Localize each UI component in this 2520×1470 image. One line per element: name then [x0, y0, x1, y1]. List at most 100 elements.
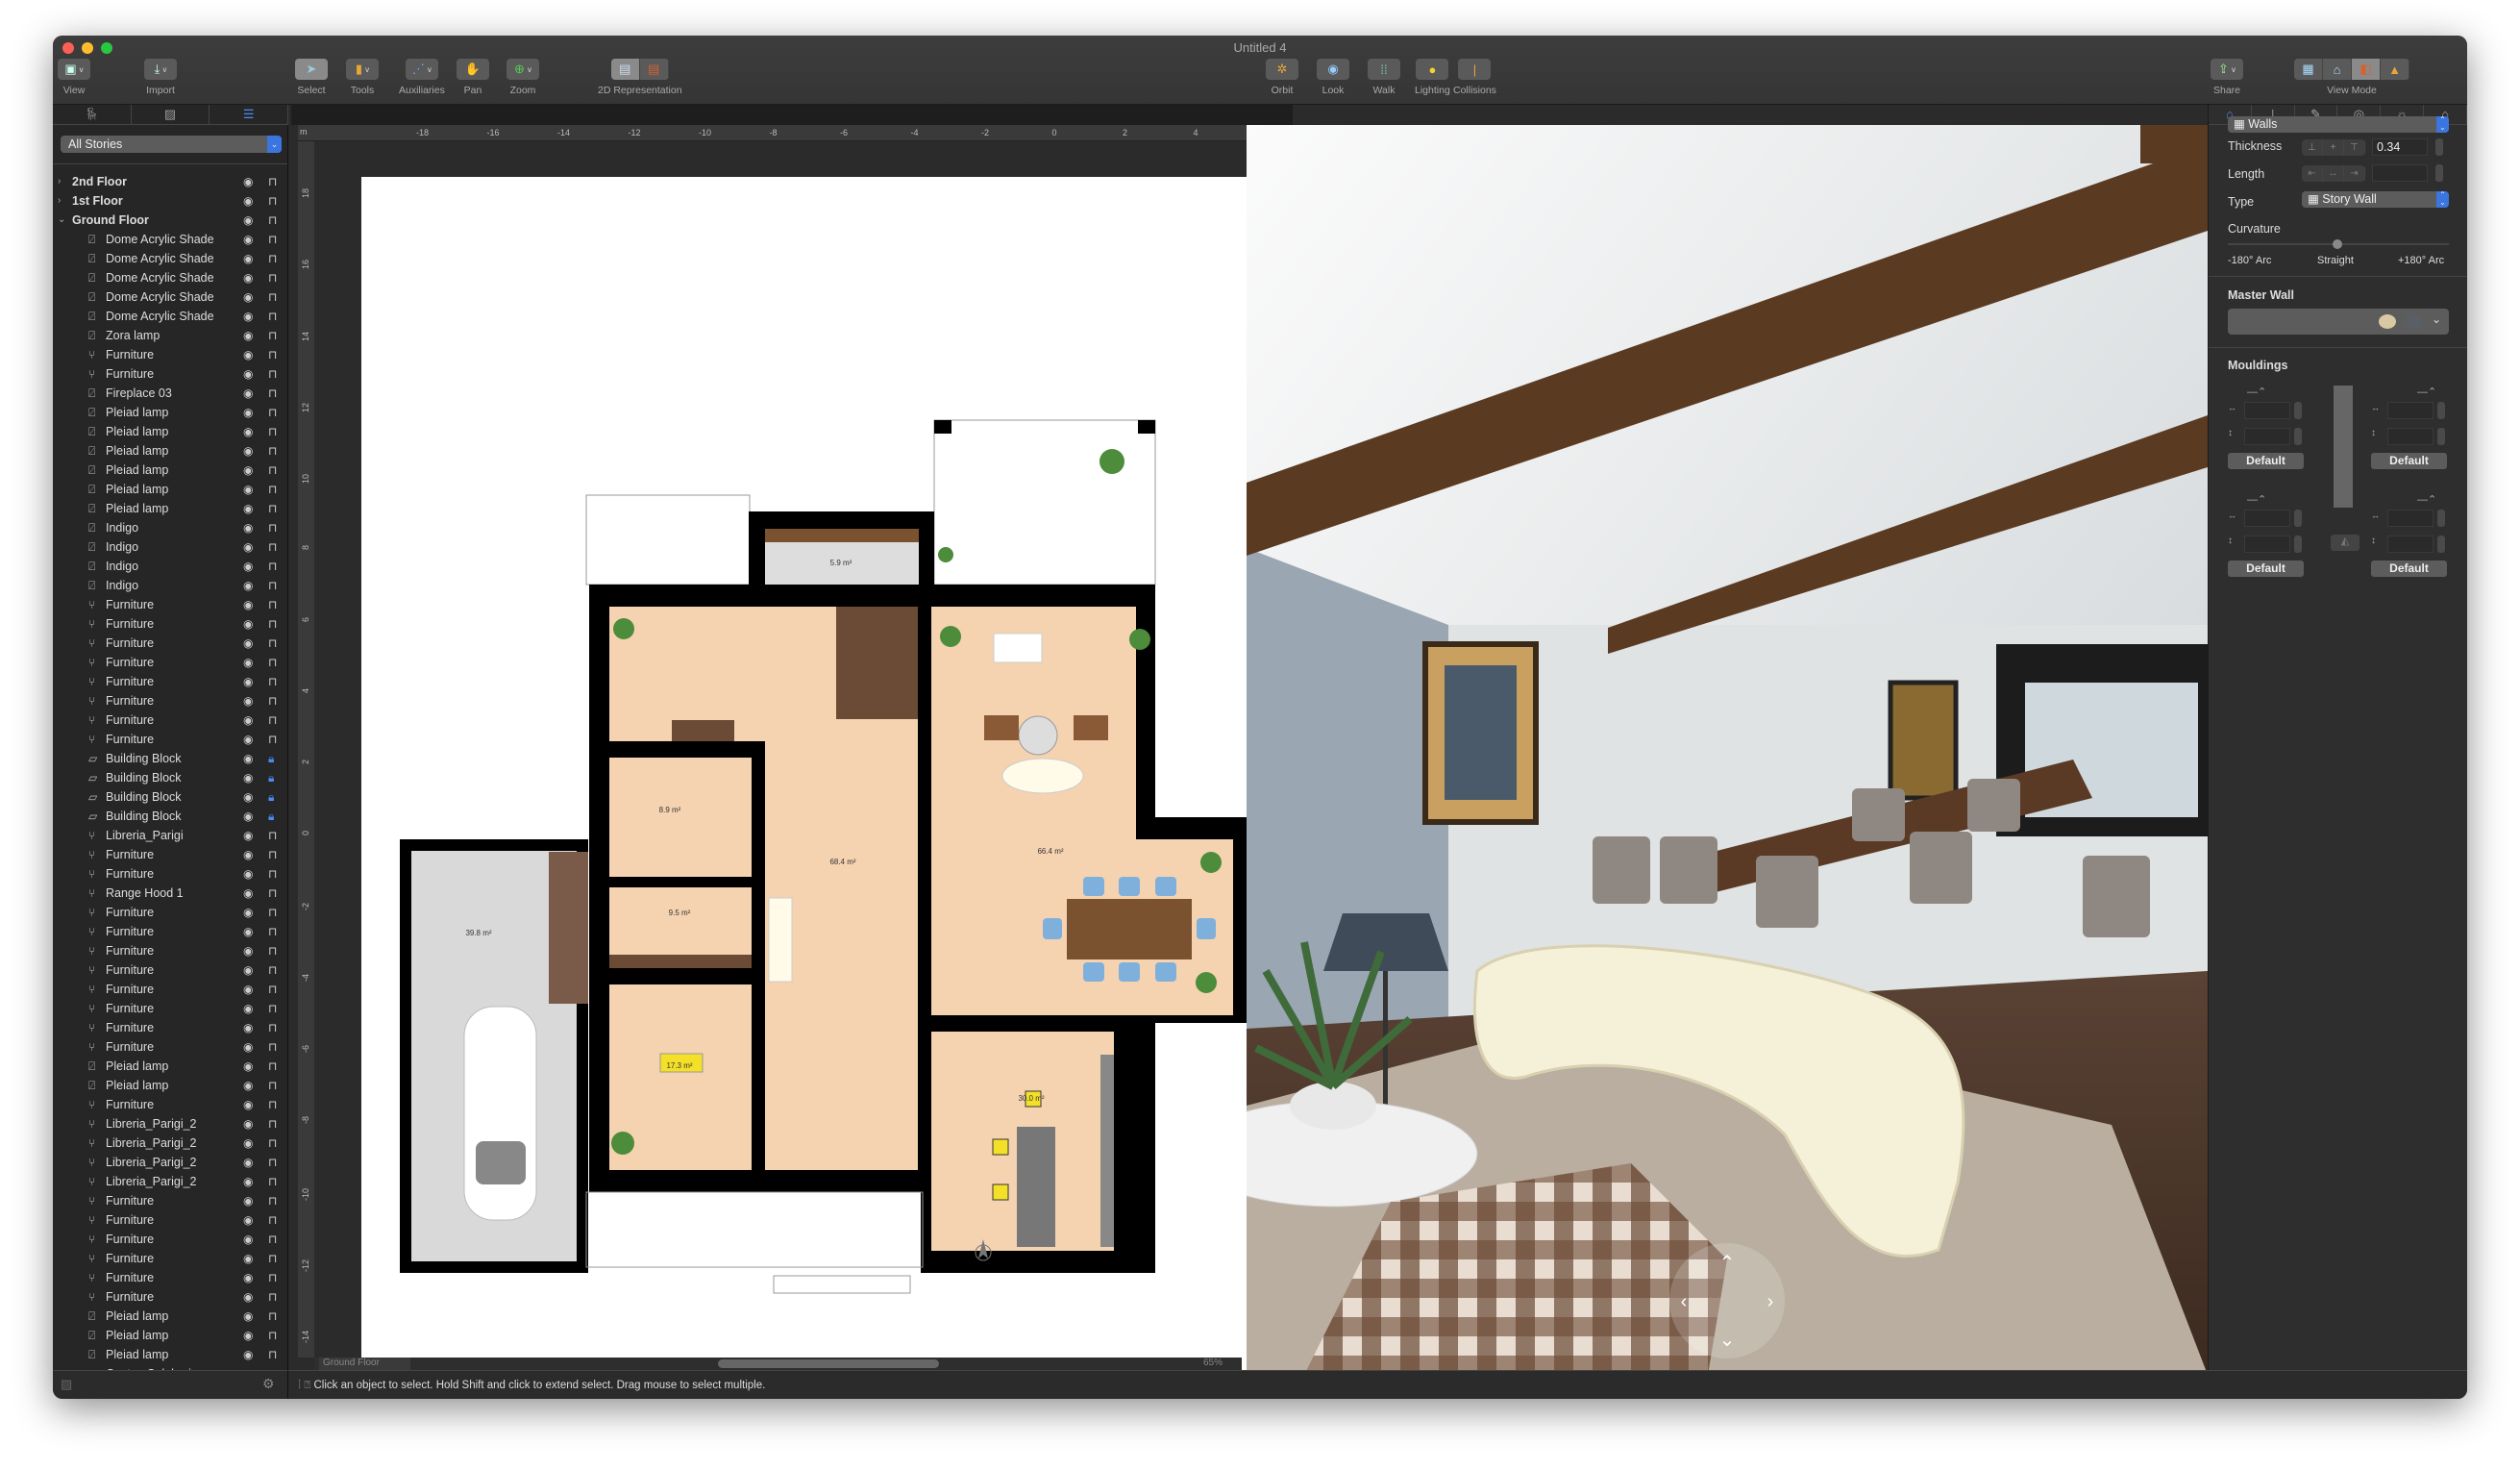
- share-button[interactable]: ⇪ v Share: [2211, 59, 2243, 96]
- eye-icon[interactable]: ◉: [243, 191, 253, 211]
- lock-open-icon[interactable]: ⊓: [268, 326, 277, 345]
- list-item[interactable]: ⍁ Dome Acrylic Shade ◉ ⊓: [53, 249, 287, 268]
- 2d-representation-control[interactable]: ▤ ▤ 2D Representation: [598, 59, 682, 96]
- eye-icon[interactable]: ◉: [243, 922, 253, 941]
- lock-open-icon[interactable]: ⊓: [268, 422, 277, 441]
- lock-open-icon[interactable]: ⊓: [268, 653, 277, 672]
- eye-icon[interactable]: ◉: [243, 826, 253, 845]
- lock-open-icon[interactable]: ⊓: [268, 576, 277, 595]
- lock-open-icon[interactable]: ⊓: [268, 172, 277, 191]
- list-item[interactable]: ⍁ Dome Acrylic Shade ◉ ⊓: [53, 268, 287, 287]
- eye-icon[interactable]: ◉: [243, 710, 253, 730]
- eye-icon[interactable]: ◉: [243, 1230, 253, 1249]
- eye-icon[interactable]: ◉: [243, 384, 253, 403]
- list-item[interactable]: ⑂ Furniture ◉ ⊓: [53, 1249, 287, 1268]
- list-item[interactable]: ▱ Building Block ◉ 🔒︎: [53, 807, 287, 826]
- chevron-right-icon[interactable]: ›: [58, 191, 61, 211]
- eye-icon[interactable]: ◉: [243, 980, 253, 999]
- list-item[interactable]: ⍁ Indigo ◉ ⊓: [53, 518, 287, 537]
- lock-open-icon[interactable]: ⊓: [268, 1191, 277, 1210]
- tab-furniture-library[interactable]: 🪑︎: [53, 105, 132, 124]
- lock-open-icon[interactable]: ⊓: [268, 461, 277, 480]
- lock-open-icon[interactable]: ⊓: [268, 980, 277, 999]
- lock-open-icon[interactable]: ⊓: [268, 1134, 277, 1153]
- lock-open-icon[interactable]: ⊓: [268, 191, 277, 211]
- list-item[interactable]: ⍁ Indigo ◉ ⊓: [53, 537, 287, 557]
- eye-icon[interactable]: ◉: [243, 807, 253, 826]
- list-item[interactable]: ⑂ Furniture ◉ ⊓: [53, 1210, 287, 1230]
- eye-icon[interactable]: ◉: [243, 1287, 253, 1307]
- lock-open-icon[interactable]: ⊓: [268, 1057, 277, 1076]
- walk-button[interactable]: ⁞⁞ Walk: [1368, 59, 1400, 96]
- eye-icon[interactable]: ◉: [243, 172, 253, 191]
- arrow-up-icon[interactable]: ⌃: [1719, 1253, 1736, 1274]
- eye-icon[interactable]: ◉: [243, 672, 253, 691]
- list-item[interactable]: ⍁ Pleiad lamp ◉ ⊓: [53, 1326, 287, 1345]
- lock-open-icon[interactable]: ⊓: [268, 999, 277, 1018]
- eye-icon[interactable]: ◉: [243, 537, 253, 557]
- list-item[interactable]: ⑂ Furniture ◉ ⊓: [53, 941, 287, 960]
- length-stepper[interactable]: [2435, 164, 2443, 182]
- lock-open-icon[interactable]: ⊓: [268, 1287, 277, 1307]
- lock-open-icon[interactable]: ⊓: [268, 1230, 277, 1249]
- eye-icon[interactable]: ◉: [243, 960, 253, 980]
- eye-icon[interactable]: ◉: [243, 1249, 253, 1268]
- list-item[interactable]: ⑂ Libreria_Parigi ◉ ⊓: [53, 826, 287, 845]
- lock-open-icon[interactable]: ⊓: [268, 634, 277, 653]
- thickness-alignment[interactable]: ⊥ + ⊤: [2302, 139, 2365, 156]
- list-item[interactable]: ⑂ Furniture ◉ ⊓: [53, 960, 287, 980]
- eye-icon[interactable]: ◉: [243, 268, 253, 287]
- eye-icon[interactable]: ◉: [243, 768, 253, 787]
- sofa[interactable]: [1001, 758, 1084, 794]
- import-button[interactable]: ⤓ v Import: [144, 59, 177, 96]
- console-table[interactable]: [672, 720, 734, 741]
- default-button[interactable]: Default: [2371, 453, 2447, 469]
- eye-icon[interactable]: ◉: [243, 1191, 253, 1210]
- list-item[interactable]: ⑂ Furniture ◉ ⊓: [53, 614, 287, 634]
- list-item[interactable]: ⑂ Furniture ◉ ⊓: [53, 730, 287, 749]
- list-item[interactable]: ⍁ Pleiad lamp ◉ ⊓: [53, 441, 287, 461]
- lock-open-icon[interactable]: ⊓: [268, 826, 277, 845]
- list-item[interactable]: ⑂ Furniture ◉ ⊓: [53, 345, 287, 364]
- thickness-stepper[interactable]: [2435, 138, 2443, 156]
- plan-mode-icon[interactable]: ▦: [2294, 59, 2323, 80]
- dining-table[interactable]: [1067, 899, 1192, 959]
- list-item[interactable]: ⑂ Libreria_Parigi_2 ◉ ⊓: [53, 1153, 287, 1172]
- eye-icon[interactable]: ◉: [243, 1326, 253, 1345]
- lock-open-icon[interactable]: ⊓: [268, 441, 277, 461]
- eye-icon[interactable]: ◉: [243, 230, 253, 249]
- eye-icon[interactable]: ◉: [243, 1172, 253, 1191]
- lock-open-icon[interactable]: ⊓: [268, 1307, 277, 1326]
- lock-open-icon[interactable]: ⊓: [268, 1210, 277, 1230]
- armchair[interactable]: [984, 715, 1019, 740]
- lock-open-icon[interactable]: ⊓: [268, 480, 277, 499]
- eye-icon[interactable]: ◉: [243, 326, 253, 345]
- list-item[interactable]: ⍁ Pleiad lamp ◉ ⊓: [53, 461, 287, 480]
- look-button[interactable]: ◉ Look: [1317, 59, 1349, 96]
- list-item[interactable]: ⑂ Furniture ◉ ⊓: [53, 595, 287, 614]
- arrow-down-icon[interactable]: ⌄: [1719, 1330, 1736, 1351]
- lock-open-icon[interactable]: ⊓: [268, 287, 277, 307]
- list-item[interactable]: ⑂ Furniture ◉ ⊓: [53, 1037, 287, 1057]
- list-item[interactable]: ⑂ Libreria_Parigi_2 ◉ ⊓: [53, 1172, 287, 1191]
- list-item[interactable]: ⍁ Pleiad lamp ◉ ⊓: [53, 1076, 287, 1095]
- lock-open-icon[interactable]: ⊓: [268, 518, 277, 537]
- lock-open-icon[interactable]: ⊓: [268, 691, 277, 710]
- lock-open-icon[interactable]: ⊓: [268, 845, 277, 864]
- story-row[interactable]: › 2nd Floor ◉ ⊓: [53, 172, 287, 191]
- coffee-table[interactable]: [1018, 715, 1058, 756]
- eye-icon[interactable]: ◉: [243, 364, 253, 384]
- lock-open-icon[interactable]: ⊓: [268, 903, 277, 922]
- view-mode-control[interactable]: ▦ ⌂ ◧ ▲ View Mode: [2294, 59, 2409, 96]
- list-item[interactable]: ⍁ Pleiad lamp ◉ ⊓: [53, 1345, 287, 1364]
- lock-open-icon[interactable]: ⊓: [268, 595, 277, 614]
- auxiliaries-button[interactable]: ⋰ v Auxiliaries: [399, 59, 445, 96]
- eye-icon[interactable]: ◉: [243, 422, 253, 441]
- 2d-color-icon[interactable]: ▤: [639, 59, 669, 80]
- list-item[interactable]: ▱ Building Block ◉ 🔒︎: [53, 787, 287, 807]
- lock-open-icon[interactable]: ⊓: [268, 1249, 277, 1268]
- eye-icon[interactable]: ◉: [243, 1114, 253, 1134]
- list-item[interactable]: ⍁ Pleiad lamp ◉ ⊓: [53, 422, 287, 441]
- zoom-level[interactable]: 65%: [1203, 1358, 1223, 1368]
- list-item[interactable]: ⑂ Furniture ◉ ⊓: [53, 1287, 287, 1307]
